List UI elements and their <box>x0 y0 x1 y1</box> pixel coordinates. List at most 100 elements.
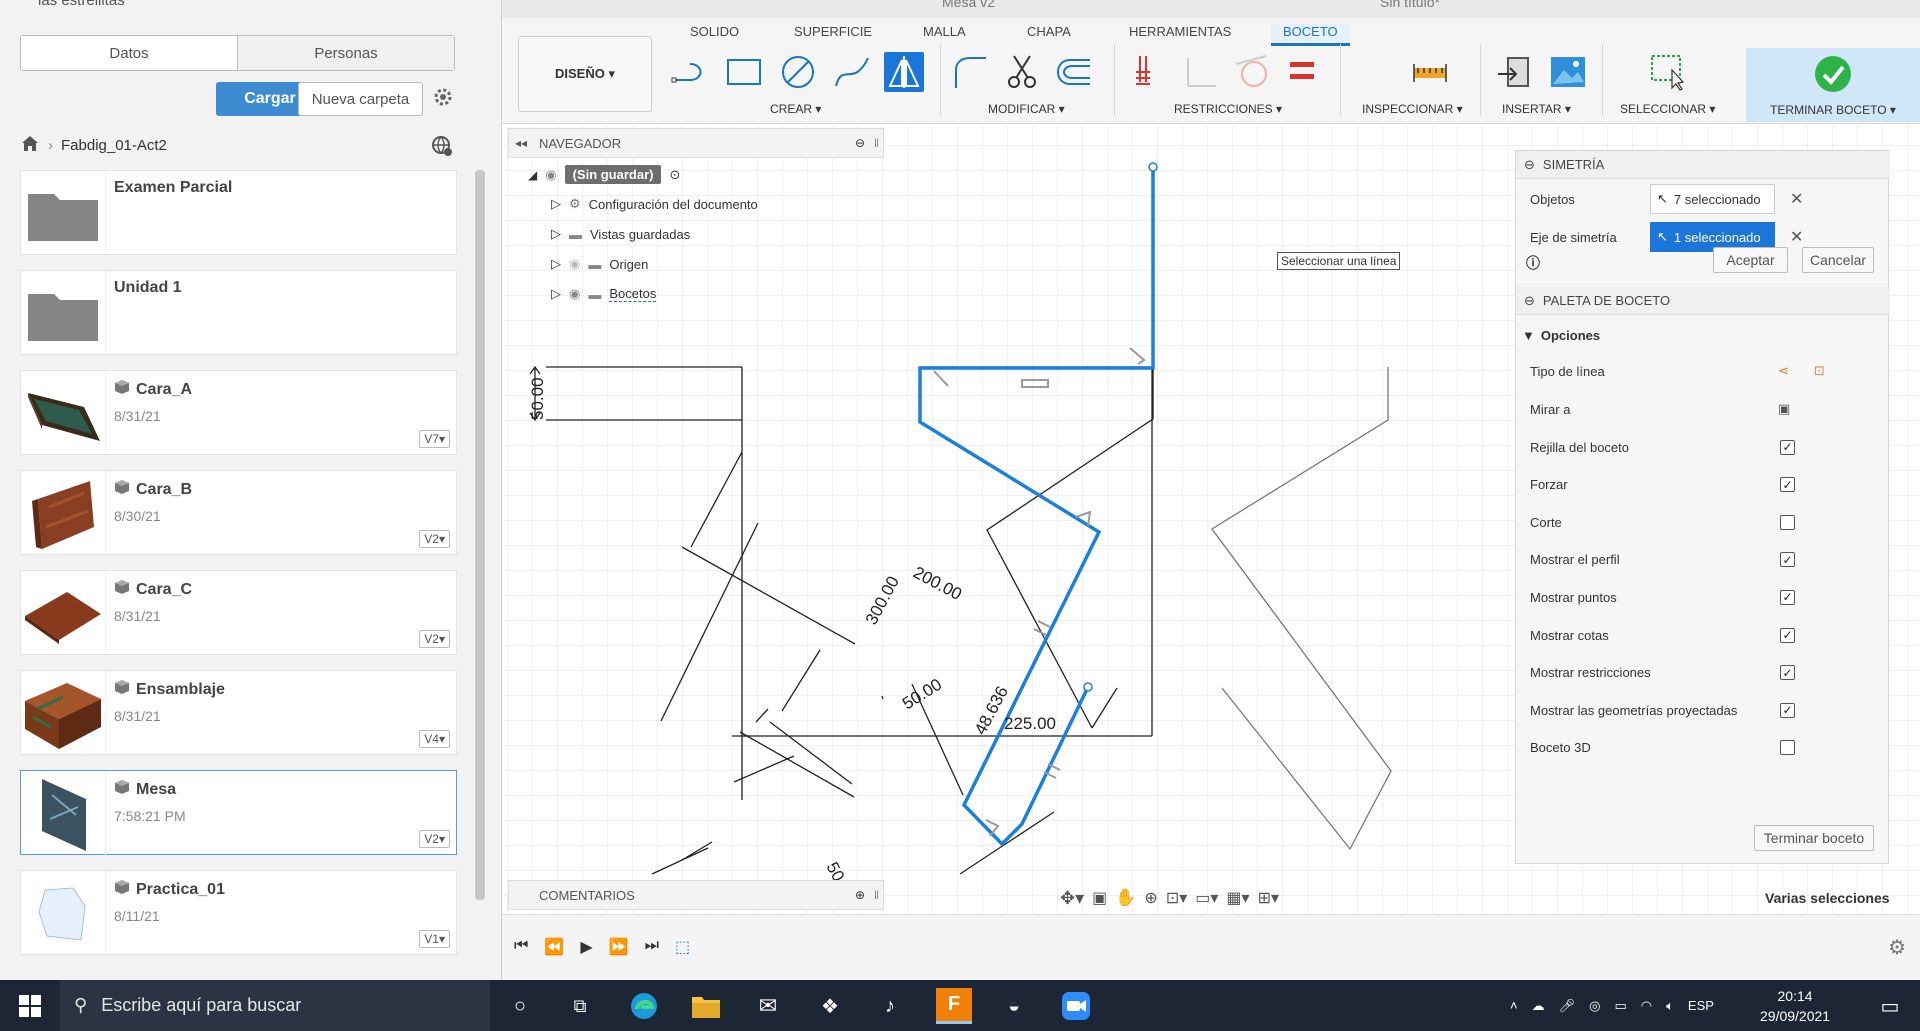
project-name[interactable]: las estrellitas <box>38 0 125 9</box>
coincident-constraint-icon[interactable] <box>1128 52 1168 92</box>
next-step-icon[interactable]: ⏩ <box>609 937 629 957</box>
list-item[interactable]: Cara_A 8/31/21 V7▾ <box>20 370 457 456</box>
tab-boceto[interactable]: BOCETO <box>1271 24 1350 46</box>
fit-icon[interactable]: ⊡▾ <box>1166 888 1187 908</box>
location-icon[interactable]: ◎ <box>1589 998 1600 1014</box>
clear-objects-icon[interactable]: ✕ <box>1790 189 1803 209</box>
triangle-right-icon[interactable]: ▷ <box>551 256 561 272</box>
doc-tab-mesa[interactable]: Mesa v2 <box>942 0 995 10</box>
mail-icon[interactable]: ✉ <box>750 988 786 1024</box>
option-checkbox[interactable]: ✓ <box>1780 665 1795 681</box>
circle-tool-icon[interactable] <box>778 52 818 92</box>
symmetry-header[interactable]: ⊖ SIMETRÍA <box>1516 151 1890 179</box>
finish-sketch-small-button[interactable]: Terminar boceto <box>1754 825 1874 851</box>
group-inspect[interactable]: INSPECCIONAR ▾ <box>1362 102 1463 116</box>
construction-line-icon[interactable]: ⋖ <box>1778 363 1789 379</box>
dropbox-icon[interactable]: ❖ <box>812 988 848 1024</box>
triangle-right-icon[interactable]: ▷ <box>551 196 561 212</box>
scrollbar[interactable] <box>475 170 485 900</box>
triangle-right-icon[interactable]: ▷ <box>551 286 561 302</box>
spline-tool-icon[interactable] <box>832 52 872 92</box>
offset-tool-icon[interactable] <box>1054 52 1094 92</box>
wifi-icon[interactable]: ◠ <box>1641 998 1652 1014</box>
version-badge[interactable]: V2▾ <box>419 830 450 848</box>
look-at-icon[interactable]: ▣ <box>1778 401 1790 417</box>
version-badge[interactable]: V1▾ <box>419 930 450 948</box>
mirror-tool-icon[interactable] <box>884 52 924 92</box>
dimension-50[interactable]: 50.00 <box>528 377 547 420</box>
new-folder-button[interactable]: Nueva carpeta <box>298 82 423 116</box>
group-modify[interactable]: MODIFICAR ▾ <box>988 102 1065 116</box>
option-checkbox[interactable]: ✓ <box>1780 702 1795 718</box>
tangent-constraint-icon[interactable] <box>1232 52 1272 92</box>
option-checkbox[interactable]: ✓ <box>1780 552 1795 568</box>
sync-icon[interactable] <box>430 134 454 158</box>
breadcrumb-project[interactable]: Fabdig_01-Act2 <box>61 137 167 154</box>
fusion360-icon[interactable]: F <box>936 988 972 1024</box>
taskbar-search[interactable]: ⚲ Escribe aquí para buscar <box>60 980 490 1031</box>
notifications-icon[interactable]: ▭ <box>1872 988 1908 1024</box>
radio-active-icon[interactable]: ⊙ <box>669 167 680 183</box>
tab-datos[interactable]: Datos <box>21 36 238 70</box>
gear-icon[interactable]: ⚙ <box>1888 935 1906 960</box>
list-item[interactable]: Cara_B 8/30/21 V2▾ <box>20 470 457 556</box>
insert-derive-icon[interactable] <box>1494 52 1534 92</box>
options-header[interactable]: ▼ Opciones <box>1522 317 1872 353</box>
trim-tool-icon[interactable] <box>1002 52 1042 92</box>
drag-handle[interactable]: ‖ <box>874 136 879 150</box>
scrollbar-thumb[interactable] <box>475 170 485 900</box>
option-checkbox[interactable] <box>1780 514 1795 530</box>
eye-icon[interactable]: ◉ <box>569 286 580 302</box>
autodesk-app-icon[interactable]: ◒ <box>996 988 1032 1024</box>
microphone-icon[interactable]: 🎤︎ <box>1559 998 1576 1014</box>
list-item[interactable]: Cara_C 8/31/21 V2▾ <box>20 570 457 656</box>
group-constraints[interactable]: RESTRICCIONES ▾ <box>1174 102 1282 116</box>
orbit-icon[interactable]: ✥▾ <box>1060 888 1084 909</box>
gear-icon[interactable] <box>432 86 454 108</box>
cortana-icon[interactable]: ○ <box>502 988 538 1024</box>
look-at-icon[interactable]: ▣ <box>1092 888 1107 908</box>
navigator-node[interactable]: ▷ ⚙ Configuración del documento <box>551 196 758 212</box>
version-badge[interactable]: V2▾ <box>419 530 450 548</box>
fillet-tool-icon[interactable] <box>950 52 990 92</box>
centerline-icon[interactable]: ⊡ <box>1814 363 1825 379</box>
perpendicular-constraint-icon[interactable] <box>1182 52 1222 92</box>
list-item[interactable]: Ensamblaje 8/31/21 V4▾ <box>20 670 457 756</box>
file-explorer-icon[interactable] <box>688 988 724 1024</box>
triangle-right-icon[interactable]: ▷ <box>551 226 561 242</box>
home-icon[interactable] <box>20 134 40 156</box>
eye-icon[interactable]: ◉ <box>545 167 556 183</box>
doc-tab-untitled[interactable]: Sin título* <box>1380 0 1440 10</box>
pan-icon[interactable]: ✋ <box>1115 888 1136 908</box>
select-window-icon[interactable] <box>1648 52 1688 92</box>
dimension-225[interactable]: 225.00 <box>1004 714 1056 733</box>
group-select[interactable]: SELECCIONAR ▾ <box>1620 102 1715 116</box>
zoom-icon[interactable] <box>1058 988 1094 1024</box>
battery-icon[interactable]: ▭ <box>1614 998 1626 1014</box>
grid-icon[interactable]: ▦▾ <box>1226 888 1249 908</box>
rectangle-tool-icon[interactable] <box>724 52 764 92</box>
zoom-icon[interactable]: ⊕ <box>1144 888 1157 908</box>
last-step-icon[interactable]: ⏭ <box>645 937 659 957</box>
task-view-icon[interactable]: ⧉ <box>562 988 598 1024</box>
list-item[interactable]: Practica_01 8/11/21 V1▾ <box>20 870 457 956</box>
navigator-node[interactable]: ▷ ◉ ▬ Bocetos <box>551 286 657 302</box>
volume-icon[interactable]: 🔈︎ <box>1666 998 1674 1014</box>
clear-axis-icon[interactable]: ✕ <box>1790 227 1803 247</box>
sketch-palette-header[interactable]: ⊖ PALETA DE BOCETO <box>1516 287 1890 315</box>
chevron-up-icon[interactable]: ˄ <box>1510 998 1518 1013</box>
info-icon[interactable]: ⓘ <box>1526 253 1540 273</box>
navigator-root[interactable]: ◢ ◉ (Sin guardar) ⊙ <box>528 165 680 184</box>
edge-icon[interactable] <box>626 988 662 1024</box>
minus-circle-icon[interactable]: ⊖ <box>855 136 865 150</box>
navigator-node[interactable]: ▷ ▬ Vistas guardadas <box>551 226 690 242</box>
project-header[interactable]: las estrellitas <box>0 0 502 12</box>
option-checkbox[interactable]: ✓ <box>1780 627 1795 643</box>
cancel-button[interactable]: Cancelar <box>1802 247 1874 273</box>
drag-handle[interactable]: ‖ <box>874 888 879 902</box>
expand-icon[interactable]: ◢ <box>528 168 537 182</box>
list-item[interactable]: Examen Parcial <box>20 170 457 256</box>
insert-image-icon[interactable] <box>1548 52 1588 92</box>
option-checkbox[interactable]: ✓ <box>1780 439 1795 455</box>
list-item-selected[interactable]: Mesa 7:58:21 PM V2▾ <box>20 770 457 856</box>
